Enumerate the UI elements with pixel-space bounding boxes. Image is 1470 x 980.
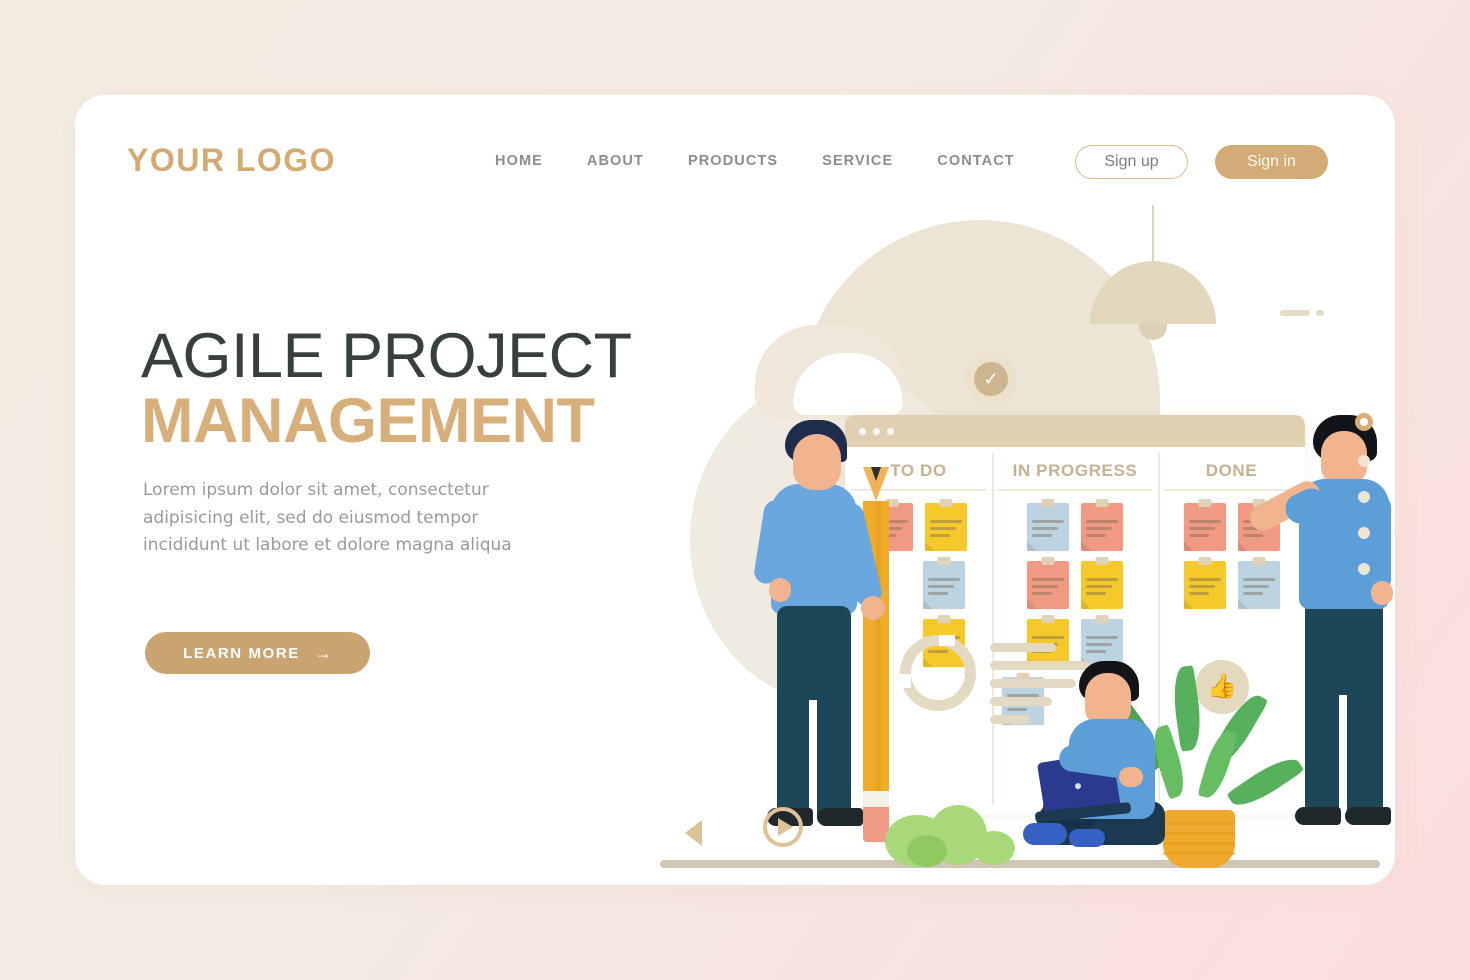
hero-paragraph: Lorem ipsum dolor sit amet, consectetur … <box>143 480 512 556</box>
donut-chart-icon <box>900 635 976 711</box>
sticky-note[interactable] <box>1237 557 1280 609</box>
note-fold <box>1027 599 1037 609</box>
carousel-play-button[interactable] <box>763 807 803 847</box>
note-fold <box>1081 599 1091 609</box>
decor-dash-1 <box>1280 310 1310 316</box>
hero-illustration: ✓ TO DO IN PROGRESS DONE 👍 <box>635 205 1395 885</box>
note-fold <box>1183 541 1194 551</box>
nav-item-home[interactable]: HOME <box>495 153 543 169</box>
note-pin <box>1198 557 1211 565</box>
sign-up-button[interactable]: Sign up <box>1075 145 1188 179</box>
note-pin <box>939 499 952 507</box>
sticky-note[interactable] <box>922 557 965 609</box>
note-pin <box>1095 499 1109 507</box>
nav-item-products[interactable]: PRODUCTS <box>688 153 778 169</box>
person-standing-left <box>752 400 903 870</box>
learn-more-label: LEARN MORE <box>183 644 300 662</box>
note-fold <box>1183 599 1194 609</box>
note-fold <box>1027 541 1037 551</box>
sticky-note[interactable] <box>1027 557 1069 609</box>
carousel-prev-button[interactable] <box>685 820 702 846</box>
note-pin <box>1041 557 1055 565</box>
carousel-dot-5[interactable] <box>1358 563 1370 575</box>
note-pin <box>1095 615 1109 623</box>
person-seated-laptop <box>1023 645 1213 870</box>
note-fold <box>1237 599 1248 609</box>
check-badge: ✓ <box>965 353 1017 405</box>
carousel-dot-1[interactable] <box>1355 413 1373 431</box>
arrow-right-icon: → <box>313 643 332 663</box>
sticky-note[interactable] <box>1081 557 1123 609</box>
column-rule <box>998 489 1152 491</box>
note-fold <box>1081 541 1091 551</box>
carousel-dot-3[interactable] <box>1358 491 1370 503</box>
note-fold <box>1237 541 1248 551</box>
pendant-lamp-icon <box>1090 261 1216 324</box>
note-pin <box>937 557 950 565</box>
sticky-note[interactable] <box>1183 557 1226 609</box>
note-pin <box>937 615 950 623</box>
sticky-note[interactable] <box>1081 499 1123 551</box>
learn-more-button[interactable]: LEARN MORE → <box>145 632 370 674</box>
person-standing-right <box>1245 395 1395 870</box>
note-pin <box>1198 499 1211 507</box>
note-pin <box>1252 557 1265 565</box>
bush-icon <box>885 805 1015 867</box>
landing-card: YOUR LOGO HOME ABOUT PRODUCTS SERVICE CO… <box>75 95 1395 885</box>
window-titlebar <box>845 415 1305 447</box>
sticky-note[interactable] <box>1183 499 1226 551</box>
page-title-line2: MANAGEMENT <box>141 386 595 456</box>
note-fold <box>924 541 935 551</box>
carousel-dot-4[interactable] <box>1358 527 1370 539</box>
column-title-inprogress: IN PROGRESS <box>1012 461 1138 480</box>
check-icon: ✓ <box>974 362 1008 396</box>
lamp-cord <box>1152 205 1154 265</box>
note-pin <box>1041 615 1055 623</box>
sticky-note[interactable] <box>924 499 967 551</box>
nav-item-contact[interactable]: CONTACT <box>937 153 1015 169</box>
sign-in-button[interactable]: Sign in <box>1215 145 1328 179</box>
carousel-dots <box>1355 413 1373 599</box>
decor-dash-2 <box>1316 310 1324 316</box>
nav-item-service[interactable]: SERVICE <box>822 153 893 169</box>
note-pin <box>1041 499 1055 507</box>
carousel-dot-2[interactable] <box>1358 455 1370 467</box>
note-pin <box>1095 557 1109 565</box>
nav-item-about[interactable]: ABOUT <box>587 153 644 169</box>
page-title-line1: AGILE PROJECT <box>141 321 632 391</box>
brand-logo[interactable]: YOUR LOGO <box>127 142 336 179</box>
note-fold <box>922 599 933 609</box>
sticky-note[interactable] <box>1027 499 1069 551</box>
nav-links: HOME ABOUT PRODUCTS SERVICE CONTACT <box>495 153 1015 169</box>
